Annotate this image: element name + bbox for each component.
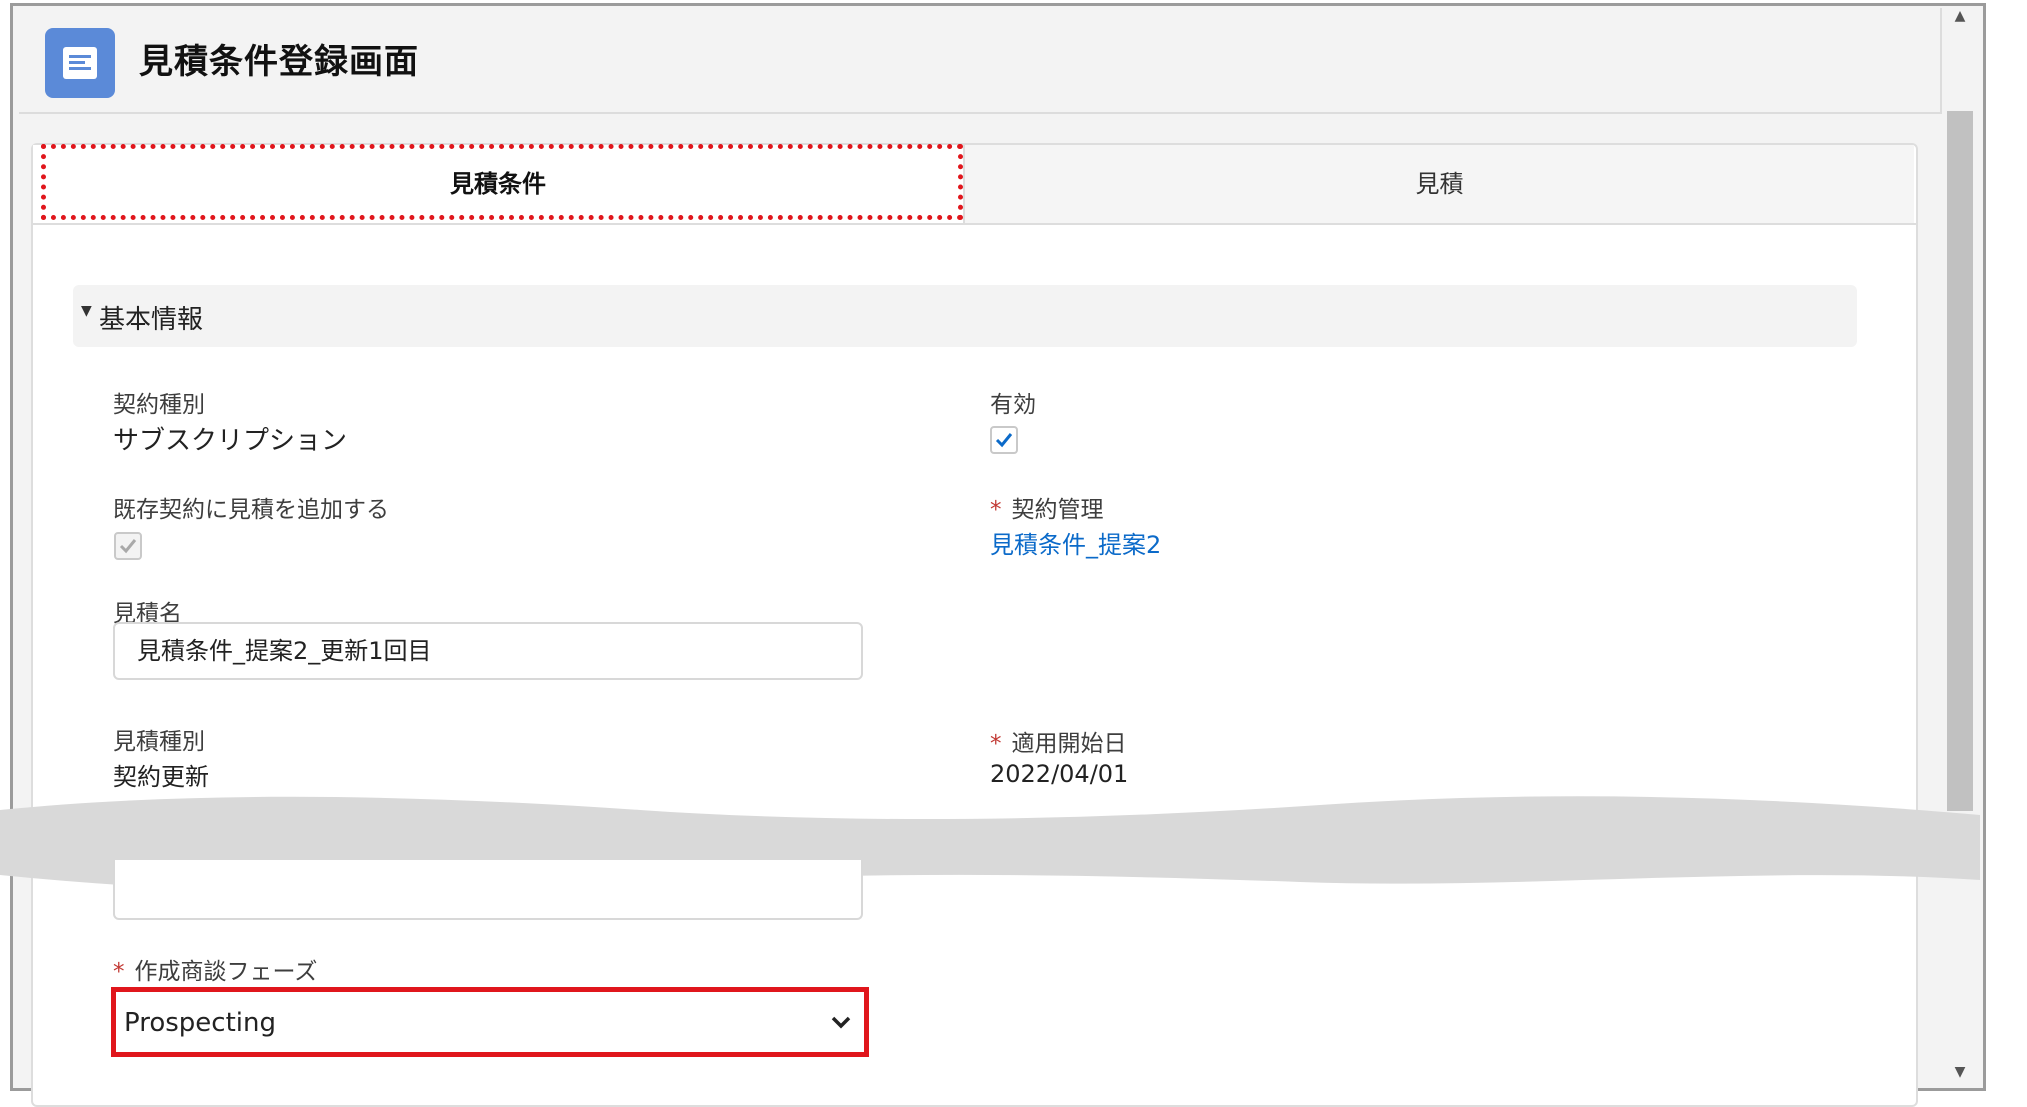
phase-select[interactable]: Prospecting bbox=[111, 987, 869, 1057]
quote-type-label: 見積種別 bbox=[113, 729, 205, 755]
chevron-down-icon bbox=[831, 1016, 851, 1029]
contract-type-value: サブスクリプション bbox=[113, 426, 348, 456]
active-label: 有効 bbox=[990, 392, 1036, 418]
check-icon bbox=[119, 539, 137, 554]
textarea-field[interactable] bbox=[113, 860, 863, 920]
tab-quote[interactable]: 見積 bbox=[965, 145, 1914, 223]
form-icon bbox=[45, 28, 115, 98]
scroll-down-icon[interactable]: ▼ bbox=[1949, 1064, 1971, 1080]
quote-type-value: 契約更新 bbox=[113, 763, 209, 791]
phase-label-text: 作成商談フェーズ bbox=[134, 959, 318, 985]
tab-highlight-annotation bbox=[41, 144, 963, 220]
phase-select-value: Prospecting bbox=[124, 1008, 276, 1038]
contract-mgmt-link[interactable]: 見積条件_提案2 bbox=[990, 525, 1161, 560]
start-date-value: 2022/04/01 bbox=[990, 760, 1129, 788]
section-title: 基本情報 bbox=[99, 305, 204, 335]
section-header-basic-info[interactable]: ▼ 基本情報 bbox=[73, 285, 1857, 347]
add-to-existing-checkbox bbox=[114, 532, 142, 560]
phase-label: * 作成商談フェーズ bbox=[113, 952, 317, 986]
check-icon bbox=[995, 433, 1013, 448]
start-date-label: * 適用開始日 bbox=[990, 724, 1127, 758]
required-mark: * bbox=[113, 959, 125, 985]
contract-type-label: 契約種別 bbox=[113, 392, 205, 418]
scrollbar-thumb[interactable] bbox=[1947, 111, 1973, 811]
triangle-down-icon: ▼ bbox=[81, 303, 92, 319]
required-mark: * bbox=[990, 731, 1002, 757]
add-to-existing-label: 既存契約に見積を追加する bbox=[113, 497, 389, 523]
contract-mgmt-label: * 契約管理 bbox=[990, 490, 1104, 524]
page-title: 見積条件登録画面 bbox=[139, 42, 419, 82]
start-date-label-text: 適用開始日 bbox=[1011, 731, 1127, 757]
active-checkbox[interactable] bbox=[990, 426, 1018, 454]
quote-name-input[interactable]: 見積条件_提案2_更新1回目 bbox=[113, 622, 863, 680]
page-header: 見積条件登録画面 bbox=[19, 8, 1942, 114]
contract-mgmt-label-text: 契約管理 bbox=[1011, 497, 1104, 523]
scroll-up-icon[interactable]: ▲ bbox=[1949, 8, 1971, 24]
required-mark: * bbox=[990, 497, 1002, 523]
